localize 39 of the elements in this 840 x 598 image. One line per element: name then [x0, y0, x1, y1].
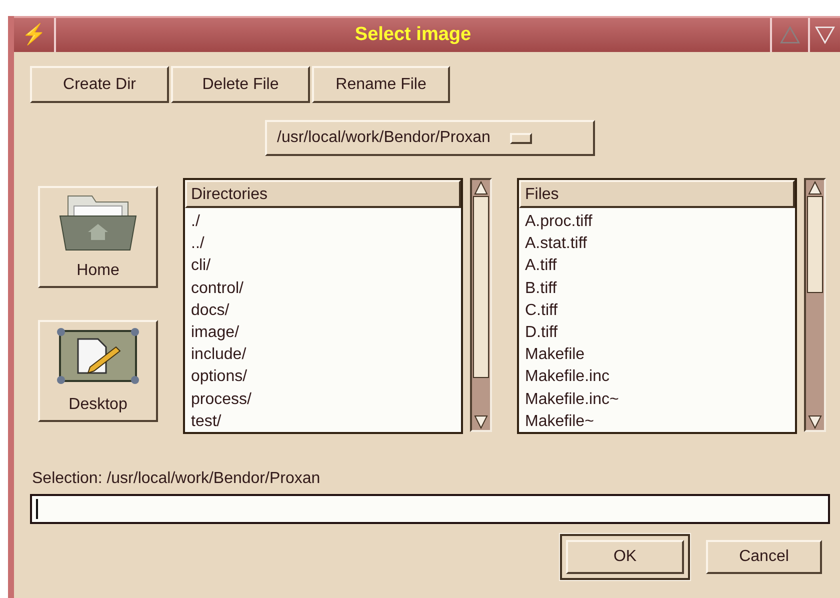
place-button[interactable]: Desktop	[38, 320, 158, 422]
directory-item[interactable]: test/	[191, 410, 461, 432]
file-item[interactable]: Makefile	[525, 344, 795, 366]
selection-field[interactable]	[30, 494, 830, 524]
desktop-icon	[56, 327, 140, 385]
file-item[interactable]: B.tiff	[525, 278, 795, 300]
toolbar-button[interactable]: Create Dir	[30, 66, 169, 103]
file-item[interactable]: Makefile.inc	[525, 366, 795, 389]
selection-label: Selection: /usr/local/work/Bendor/Proxan	[32, 470, 322, 488]
path-dropdown[interactable]: /usr/local/work/Bendor/Proxan	[265, 120, 595, 156]
down-triangle-icon	[814, 25, 836, 45]
file-item[interactable]: A.tiff	[525, 255, 795, 278]
dialog-button[interactable]: Cancel	[706, 540, 822, 574]
directory-item[interactable]: ../	[191, 233, 461, 256]
directory-item[interactable]: docs/	[191, 300, 461, 322]
scrollbar[interactable]	[804, 178, 826, 432]
directory-item[interactable]: ./	[191, 211, 461, 234]
file-item[interactable]: C.tiff	[525, 300, 795, 322]
file-item[interactable]: Makefile~	[525, 410, 795, 432]
column-header[interactable]: Directories	[185, 180, 461, 208]
directory-item[interactable]: image/	[191, 322, 461, 344]
place-button[interactable]: Home	[38, 186, 158, 288]
toolbar-button[interactable]: Rename File	[312, 66, 450, 103]
scroll-down-icon[interactable]	[472, 414, 490, 430]
directory-item[interactable]: control/	[191, 278, 461, 300]
directory-item[interactable]: options/	[191, 366, 461, 389]
up-triangle-icon	[779, 25, 801, 45]
directory-item[interactable]: process/	[191, 388, 461, 411]
file-item[interactable]: A.proc.tiff	[525, 211, 795, 234]
file-item[interactable]: Makefile.inc~	[525, 388, 795, 411]
directory-item[interactable]: include/	[191, 344, 461, 366]
file-item[interactable]: D.tiff	[525, 322, 795, 344]
window-title: Select image	[354, 23, 472, 47]
scroll-down-icon[interactable]	[806, 414, 824, 430]
scrollbar[interactable]	[470, 178, 492, 432]
column-header[interactable]: Files	[519, 180, 795, 208]
file-item[interactable]: A.stat.tiff	[525, 233, 795, 256]
directory-item[interactable]: cli/	[191, 255, 461, 278]
toolbar-button[interactable]: Delete File	[171, 66, 310, 103]
